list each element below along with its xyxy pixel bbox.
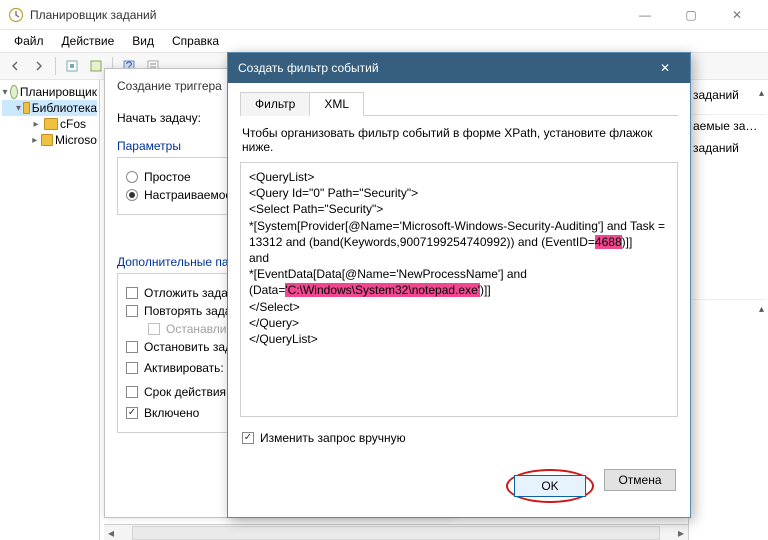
nav-back-button[interactable]	[4, 55, 26, 77]
highlight-path: 'C:\Windows\System32\notepad.exe'	[285, 283, 480, 297]
dialog-buttons: OK Отмена	[228, 459, 690, 517]
xml-line: </Query>	[249, 315, 669, 331]
filter-dialog-title: Создать фильтр событий	[238, 61, 650, 75]
collapse-icon[interactable]: ▴	[759, 304, 764, 315]
filter-dialog-titlebar[interactable]: Создать фильтр событий ✕	[228, 53, 690, 83]
tree-item-label: cFos	[60, 117, 86, 131]
xml-line: and	[249, 250, 669, 266]
actions-panel: заданий▴ аемые за… заданий ▴	[688, 80, 768, 540]
tree-root-label: Планировщик	[20, 85, 97, 99]
menu-view[interactable]: Вид	[124, 32, 162, 50]
close-icon[interactable]: ✕	[650, 61, 680, 75]
scroll-track[interactable]	[132, 526, 660, 540]
window-title: Планировщик заданий	[30, 8, 622, 22]
left-tree: ▾ Планировщик ▾ Библиотека ▸ cFos ▸ Micr…	[0, 80, 100, 540]
tab-xml[interactable]: XML	[309, 92, 364, 116]
expand-icon[interactable]: ▸	[30, 118, 42, 130]
tree-item-label: Microso	[55, 133, 97, 147]
folder-icon	[41, 134, 52, 146]
actions-item[interactable]: заданий	[691, 137, 766, 159]
nav-fwd-button[interactable]	[28, 55, 50, 77]
toolbar-separator	[55, 57, 56, 75]
window-controls: — ▢ ✕	[622, 0, 760, 30]
cancel-button[interactable]: Отмена	[604, 469, 676, 491]
main-titlebar: Планировщик заданий — ▢ ✕	[0, 0, 768, 30]
ok-button[interactable]: OK	[514, 475, 586, 497]
filter-tabs: Фильтр XML	[240, 91, 678, 116]
tree-lib-label: Библиотека	[32, 101, 97, 115]
filter-hint: Чтобы организовать фильтр событий в форм…	[242, 126, 676, 154]
xml-line: <Select Path="Security">	[249, 201, 669, 217]
menu-action[interactable]: Действие	[54, 32, 123, 50]
actions-item[interactable]: заданий▴	[691, 84, 766, 106]
xml-line: <QueryList>	[249, 169, 669, 185]
tree-item-cfos[interactable]: ▸ cFos	[2, 116, 97, 132]
check-manual-edit[interactable]: Изменить запрос вручную	[242, 431, 676, 445]
tree-root[interactable]: ▾ Планировщик	[2, 84, 97, 100]
scheduler-icon	[10, 85, 18, 99]
scroll-right-icon[interactable]: ▸	[674, 526, 688, 540]
app-icon	[8, 7, 24, 23]
folder-icon	[44, 118, 58, 130]
maximize-button[interactable]: ▢	[668, 0, 714, 30]
tree-item-microsoft[interactable]: ▸ Microso	[2, 132, 97, 148]
menubar: Файл Действие Вид Справка	[0, 30, 768, 52]
collapse-icon[interactable]: ▴	[759, 88, 764, 99]
tab-filter[interactable]: Фильтр	[240, 92, 310, 116]
scope-icon[interactable]	[61, 55, 83, 77]
horizontal-scrollbar[interactable]: ◂ ▸	[104, 524, 688, 540]
xml-line: </Select>	[249, 299, 669, 315]
collapse-icon[interactable]: ▾	[16, 102, 21, 114]
actions-item[interactable]: ▴	[691, 299, 766, 319]
folder-icon	[23, 102, 30, 114]
xml-query-box[interactable]: <QueryList> <Query Id="0" Path="Security…	[240, 162, 678, 417]
menu-file[interactable]: Файл	[6, 32, 52, 50]
xml-line: </QueryList>	[249, 331, 669, 347]
actions-item[interactable]: аемые за…	[691, 115, 766, 137]
event-filter-dialog: Создать фильтр событий ✕ Фильтр XML Чтоб…	[227, 52, 691, 518]
tree-library[interactable]: ▾ Библиотека	[2, 100, 97, 116]
highlight-eventid: 4688	[595, 235, 622, 249]
expand-icon[interactable]: ▸	[30, 134, 39, 146]
close-button[interactable]: ✕	[714, 0, 760, 30]
collapse-icon[interactable]: ▾	[2, 86, 8, 98]
xml-line: <Query Id="0" Path="Security">	[249, 185, 669, 201]
xml-line: *[EventData[Data[@Name='NewProcessName']…	[249, 266, 669, 298]
actions-separator	[691, 106, 766, 115]
menu-help[interactable]: Справка	[164, 32, 227, 50]
ok-highlight-ring: OK	[506, 469, 594, 503]
minimize-button[interactable]: —	[622, 0, 668, 30]
xml-line: *[System[Provider[@Name='Microsoft-Windo…	[249, 218, 669, 250]
scroll-left-icon[interactable]: ◂	[104, 526, 118, 540]
